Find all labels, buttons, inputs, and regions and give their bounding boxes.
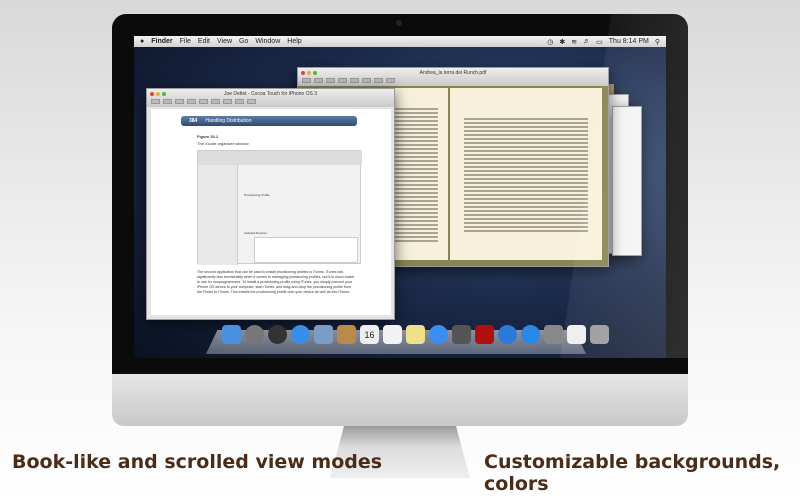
time-machine-icon[interactable]: ◷ [547, 38, 553, 46]
app-store-icon[interactable] [521, 325, 540, 344]
devices-heading: Included Devices [244, 231, 267, 235]
dock: 16 [222, 325, 609, 344]
dashboard-icon[interactable] [268, 325, 287, 344]
imac-chin [112, 374, 688, 426]
figure-label: Figure 33.1 [197, 134, 219, 139]
caption-right: Customizable backgrounds, colors [484, 451, 781, 495]
chapter-header: 384 Handling Distribution [181, 116, 357, 126]
profile-heading: Provisioning Profile [244, 193, 270, 197]
window-title: Joe Detlet - Cocoa Touch for iPhone OS 3 [223, 91, 317, 97]
clock[interactable]: Thu 8:14 PM [609, 38, 649, 46]
system-preferences-icon[interactable] [544, 325, 563, 344]
battery-icon[interactable]: ▭ [596, 38, 603, 46]
calendar-icon[interactable]: 16 [360, 325, 379, 344]
stacked-window[interactable] [612, 106, 642, 256]
body-text: The second application that can be used … [197, 270, 355, 294]
bluetooth-icon[interactable]: ✱ [559, 38, 565, 46]
photo-booth-icon[interactable] [475, 325, 494, 344]
trash-icon[interactable] [590, 325, 609, 344]
camera [396, 20, 402, 26]
volume-icon[interactable]: ♬ [583, 38, 590, 46]
safari-icon[interactable] [291, 325, 310, 344]
reminders-icon[interactable] [383, 325, 402, 344]
menu-window[interactable]: Window [255, 38, 280, 45]
itunes-icon[interactable] [498, 325, 517, 344]
menu-view[interactable]: View [217, 38, 232, 45]
screen: ● Finder File Edit View Go Window Help ◷… [134, 36, 666, 358]
caption-left: Book-like and scrolled view modes [12, 451, 383, 473]
apple-menu-icon[interactable]: ● [140, 38, 144, 45]
menu-go[interactable]: Go [239, 38, 248, 45]
spotlight-icon[interactable]: ⚲ [655, 38, 660, 46]
finder-icon[interactable] [222, 325, 241, 344]
reader-window[interactable]: Joe Detlet - Cocoa Touch for iPhone OS 3… [146, 88, 395, 320]
mail-icon[interactable] [314, 325, 333, 344]
document-icon[interactable] [567, 325, 586, 344]
notes-icon[interactable] [406, 325, 425, 344]
chapter-number: 384 [189, 118, 198, 124]
window-title: Andrea_la terra dei Runch.pdf [419, 70, 487, 76]
menu-help[interactable]: Help [287, 38, 301, 45]
menu-bar: ● Finder File Edit View Go Window Help ◷… [134, 36, 666, 47]
menu-finder[interactable]: Finder [151, 38, 172, 45]
menu-edit[interactable]: Edit [198, 38, 210, 45]
launchpad-icon[interactable] [245, 325, 264, 344]
figure-caption: The Xcode organizer window [197, 141, 249, 146]
chapter-title: Handling Distribution [205, 118, 252, 124]
wifi-icon[interactable]: ≋ [571, 38, 577, 46]
address-book-icon[interactable] [337, 325, 356, 344]
facetime-icon[interactable] [452, 325, 471, 344]
document-page: 384 Handling Distribution Figure 33.1 The… [151, 109, 391, 315]
menu-file[interactable]: File [180, 38, 191, 45]
messages-icon[interactable] [429, 325, 448, 344]
right-page [450, 88, 602, 260]
figure-image: Provisioning Profile Included Devices [197, 150, 362, 265]
